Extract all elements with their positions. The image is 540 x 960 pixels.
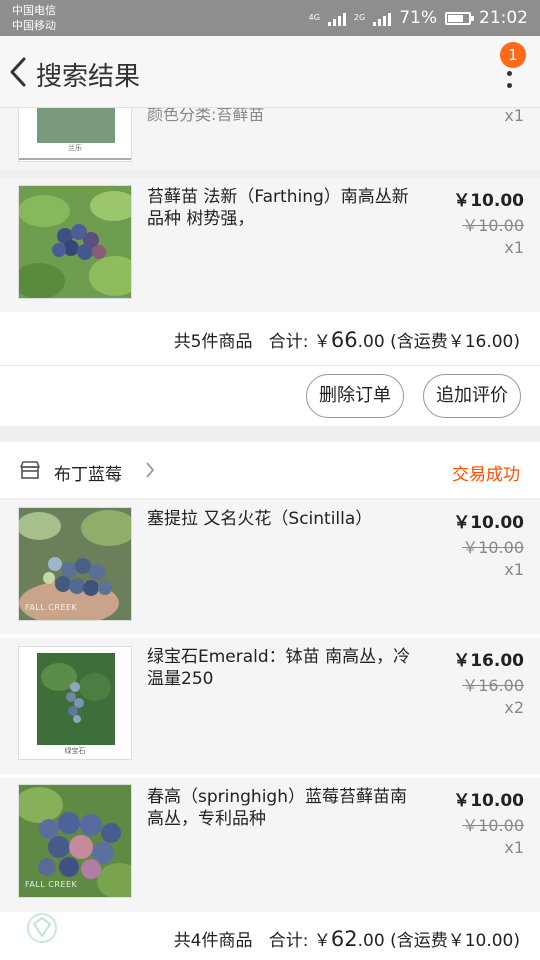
total-amount: 62: [330, 927, 358, 951]
back-arrow-icon[interactable]: [6, 56, 30, 88]
order-item[interactable]: 苔藓苗 法新（Farthing）南高丛新品种 树势强， ￥10.00 ￥10.0…: [0, 178, 540, 312]
item-name: 塞提拉 又名火花（Scintilla）: [147, 509, 373, 529]
item-price: ￥16.00: [453, 651, 524, 671]
carrier-labels: 中国电信 中国移动: [12, 3, 56, 33]
shop-header[interactable]: 布丁蓝莓 交易成功: [0, 442, 540, 498]
order-summary: 共4件商品 合计: ￥62.00 (含运费￥10.00): [0, 912, 540, 960]
blueberry-photo: [19, 186, 131, 298]
network-type-1: 4G: [308, 13, 320, 22]
order-actions: 删除订单 追加评价: [0, 366, 540, 426]
item-price: ￥10.00: [453, 791, 524, 811]
item-quantity: x1: [504, 560, 524, 579]
order-item[interactable]: FALL CREEK 塞提拉 又名火花（Scintilla） ￥10.00 ￥1…: [0, 500, 540, 634]
item-original-price: ￥10.00: [462, 538, 524, 557]
order-item[interactable]: 绿宝石 绿宝石Emerald：钵苗 南高丛，冷温量250 ￥16.00 ￥16.…: [0, 638, 540, 774]
product-image: FALL CREEK: [18, 784, 132, 898]
blueberry-photo: [19, 647, 131, 759]
item-name: 春高（springhigh）蓝莓苔藓苗南高丛，专利品种: [147, 787, 407, 829]
product-image: [18, 185, 132, 299]
item-quantity: x1: [504, 238, 524, 257]
product-image: 兰乐: [18, 108, 132, 162]
battery-icon: [445, 11, 474, 25]
item-quantity: x2: [504, 698, 524, 717]
order-item[interactable]: 兰乐 颜色分类:苔藓苗 x1: [0, 108, 540, 170]
item-price: ￥10.00: [453, 513, 524, 533]
item-price: ￥10.00: [453, 191, 524, 211]
order-status: 交易成功: [452, 465, 520, 485]
add-review-button[interactable]: 追加评价: [423, 374, 521, 418]
image-caption: 绿宝石: [64, 747, 86, 755]
shop-name[interactable]: 布丁蓝莓: [54, 460, 122, 485]
delete-order-button[interactable]: 删除订单: [306, 374, 404, 418]
item-original-price: ￥10.00: [462, 216, 524, 235]
item-variant: 颜色分类:苔藓苗: [147, 108, 265, 124]
clock: 21:02: [479, 8, 528, 28]
order-summary: 共5件商品 合计: ￥66.00 (含运费￥16.00): [0, 312, 540, 366]
total-decimals: .00: [357, 931, 385, 951]
blueberry-photo: [19, 108, 131, 160]
signal-icon-1: [327, 10, 346, 26]
item-name: 绿宝石Emerald：钵苗 南高丛，冷温量250: [147, 647, 411, 689]
item-name: 苔藓苗 法新（Farthing）南高丛新品种 树势强，: [147, 187, 409, 229]
total-label: 合计: ￥: [268, 931, 331, 951]
shipping-fee: (含运费￥10.00): [390, 931, 520, 951]
shipping-fee: (含运费￥16.00): [390, 332, 520, 352]
notification-badge: 1: [500, 42, 526, 68]
carrier-1: 中国电信: [12, 4, 56, 17]
total-label: 合计: ￥: [268, 332, 331, 352]
signal-icon-2: [373, 10, 392, 26]
product-image: FALL CREEK: [18, 507, 132, 621]
floating-logo-icon[interactable]: [24, 912, 60, 946]
image-caption: 兰乐: [68, 144, 82, 152]
item-quantity: x1: [504, 108, 524, 125]
chevron-right-icon: [146, 462, 155, 478]
image-watermark: FALL CREEK: [25, 603, 78, 612]
order-list[interactable]: 兰乐 颜色分类:苔藓苗 x1 苔藓苗 法新（Farthing）南高丛新品种 树势…: [0, 108, 540, 960]
battery-percent: 71%: [399, 8, 437, 28]
item-quantity: x1: [504, 838, 524, 857]
shop-icon: [20, 461, 40, 479]
item-count: 共4件商品: [173, 931, 253, 951]
network-type-2: 2G: [353, 13, 366, 22]
image-watermark: FALL CREEK: [25, 880, 78, 889]
item-original-price: ￥10.00: [462, 816, 524, 835]
product-image: 绿宝石: [18, 646, 132, 760]
item-count: 共5件商品: [173, 332, 253, 352]
order-item[interactable]: FALL CREEK 春高（springhigh）蓝莓苔藓苗南高丛，专利品种 ￥…: [0, 778, 540, 912]
total-amount: 66: [330, 328, 358, 352]
item-original-price: ￥16.00: [462, 676, 524, 695]
status-icons: 4G 2G 71% 21:02: [309, 8, 528, 28]
total-decimals: .00: [357, 332, 385, 352]
app-header: 搜索结果 1: [0, 36, 540, 108]
status-bar: 中国电信 中国移动 4G 2G 71% 21:02: [0, 0, 540, 36]
page-title: 搜索结果: [36, 62, 141, 92]
carrier-2: 中国移动: [12, 19, 56, 32]
